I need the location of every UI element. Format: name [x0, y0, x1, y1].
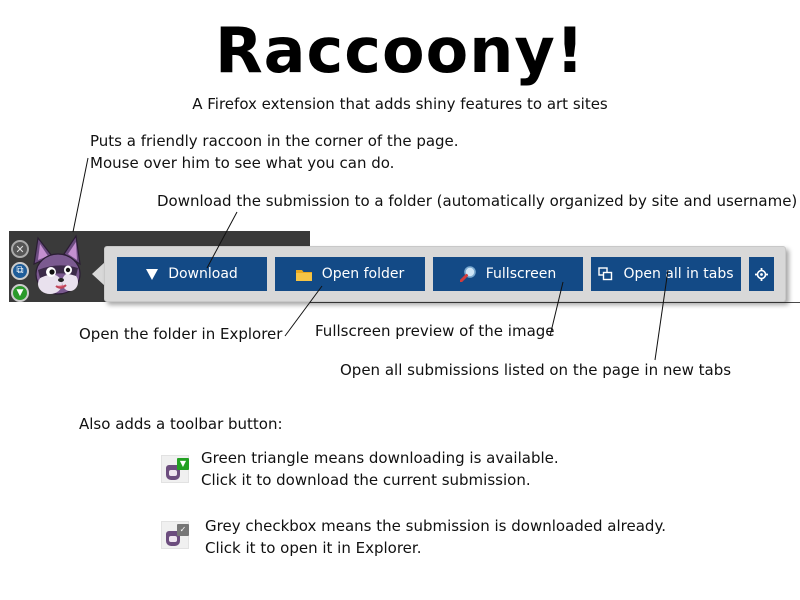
page-subtitle: A Firefox extension that adds shiny feat…	[192, 95, 608, 113]
open-folder-button[interactable]: Open folder	[275, 257, 425, 291]
download-note: Download the submission to a folder (aut…	[157, 192, 798, 210]
open-tabs-note: Open all submissions listed on the page …	[340, 361, 732, 379]
close-icon[interactable]: ✕	[11, 240, 29, 258]
grey-note-line2: Click it to open it in Explorer.	[205, 539, 422, 557]
green-button-note: Green triangle means downloading is avai…	[201, 447, 559, 491]
grey-button-note: Grey checkbox means the submission is do…	[205, 515, 666, 559]
open-folder-note: Open the folder in Explorer	[79, 325, 283, 343]
grey-checkbox-icon: ✓	[177, 524, 189, 536]
tabs-icon[interactable]: ⧉	[11, 262, 29, 280]
fullscreen-note: Fullscreen preview of the image	[315, 322, 555, 340]
toolbar-button-green[interactable]: ▼	[161, 455, 189, 483]
green-note-line1: Green triangle means downloading is avai…	[201, 449, 559, 467]
triangle-down-icon	[146, 268, 159, 280]
open-folder-button-label: Open folder	[321, 266, 405, 282]
raccoon-callout-line	[72, 157, 89, 233]
raccoon-note-line2: Mouse over him to see what you can do.	[90, 154, 395, 172]
green-note-line2: Click it to download the current submiss…	[201, 471, 531, 489]
gear-icon	[755, 267, 768, 281]
open-all-tabs-button[interactable]: Open all in tabs	[591, 257, 741, 291]
grey-note-line1: Grey checkbox means the submission is do…	[205, 517, 666, 535]
toolbar-intro: Also adds a toolbar button:	[79, 415, 283, 433]
magnifier-icon	[459, 266, 476, 282]
raccoon-note: Puts a friendly raccoon in the corner of…	[90, 130, 459, 174]
raccoon-mascot[interactable]	[28, 234, 88, 300]
download-button[interactable]: Download	[117, 257, 267, 291]
settings-button[interactable]	[749, 257, 774, 291]
fullscreen-button[interactable]: Fullscreen	[433, 257, 583, 291]
folder-icon	[295, 268, 312, 281]
page-title: Raccoony!	[214, 14, 586, 87]
page-divider	[310, 302, 800, 303]
tabs-icon	[598, 267, 613, 281]
open-all-tabs-button-label: Open all in tabs	[623, 266, 734, 282]
fullscreen-button-label: Fullscreen	[485, 266, 557, 282]
green-triangle-icon: ▼	[177, 458, 189, 470]
raccoon-note-line1: Puts a friendly raccoon in the corner of…	[90, 132, 459, 150]
download-icon[interactable]: ▼	[11, 284, 29, 302]
toolbar-button-grey[interactable]: ✓	[161, 521, 189, 549]
download-button-label: Download	[168, 266, 238, 282]
